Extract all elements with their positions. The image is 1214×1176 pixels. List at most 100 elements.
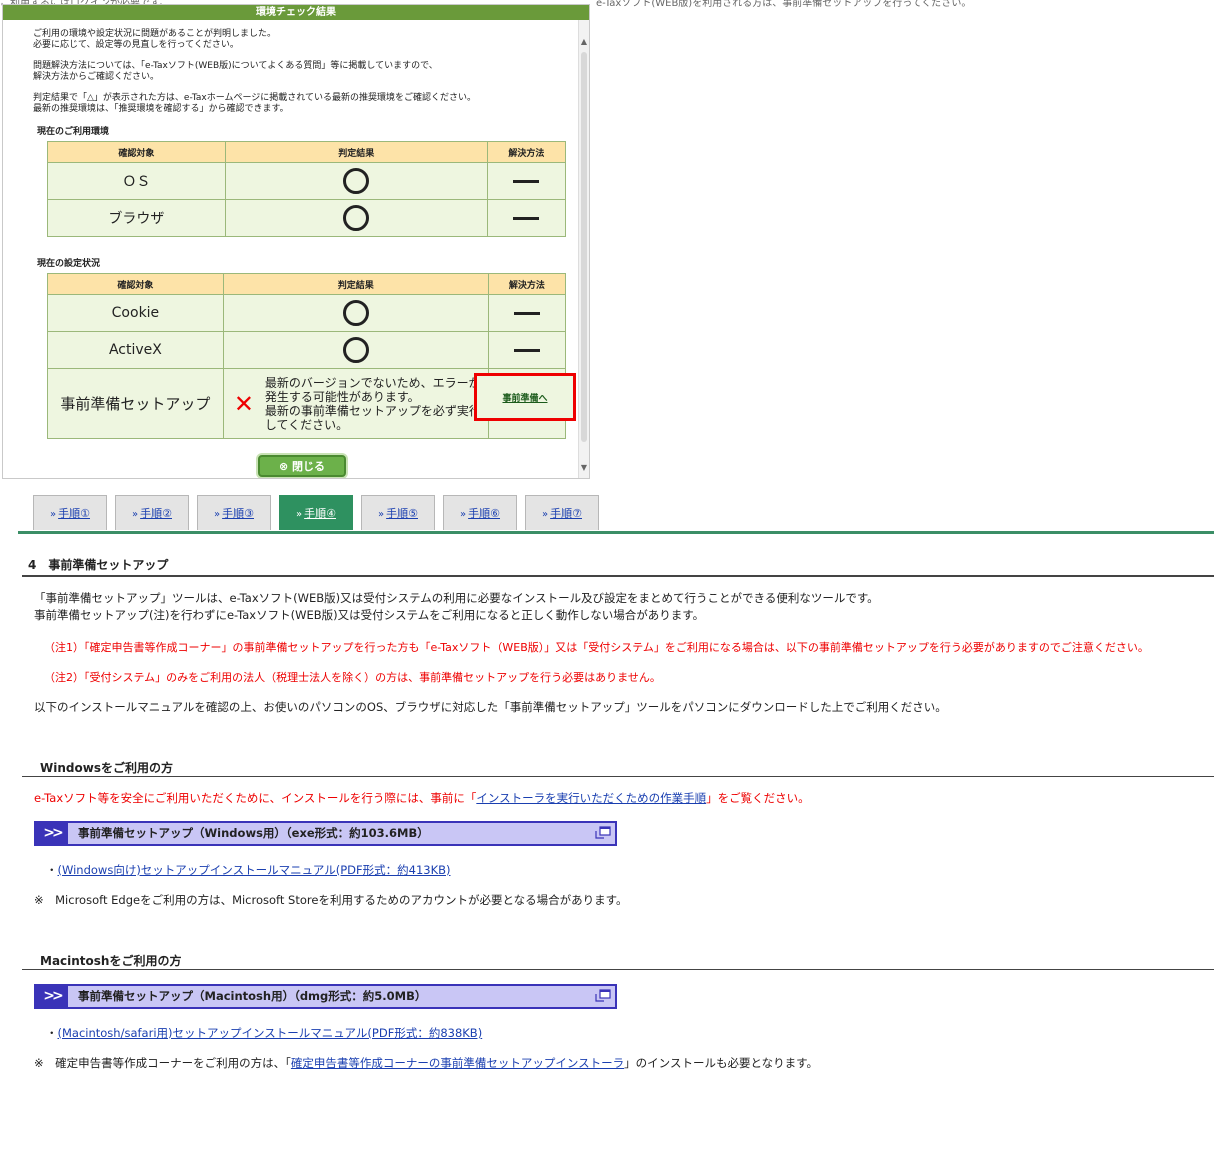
- chevron-right-icon: »: [460, 509, 467, 520]
- intro-paragraph-1: 「事前準備セットアップ」ツールは、e-Taxソフト(WEB版)又は受付システムの…: [34, 591, 879, 605]
- mac-heading: Macintoshをご利用の方: [40, 954, 182, 968]
- table-row: ブラウザ: [47, 199, 567, 237]
- col-header-result: 判定結果: [222, 273, 489, 295]
- scroll-down-icon[interactable]: ▼: [580, 464, 588, 472]
- new-window-icon: [595, 826, 611, 839]
- background-fragment-right: e-Taxソフト(WEB版)を利用される方は、事前準備セットアップを行ってくださ…: [596, 0, 972, 8]
- tab-label: 手順⑤: [386, 507, 418, 520]
- solution-cell: [487, 294, 567, 332]
- section-title: 4 事前準備セットアップ: [28, 558, 169, 572]
- tab-label: 手順②: [140, 507, 172, 520]
- mac-divider: [22, 969, 1214, 970]
- windows-warning-pre: e-Taxソフト等を安全にご利用いただくために、インストールを行う際には、事前に…: [34, 791, 477, 805]
- solution-cell: [486, 162, 567, 200]
- environment-table: 確認対象 判定結果 解決方法 ＯＳ ブラウザ: [47, 141, 567, 237]
- help-line1: 問題解決方法については、「e-Taxソフト(WEB版)についてよくある質問」等に…: [33, 61, 438, 71]
- close-icon: ⊗: [278, 460, 289, 473]
- section-divider: [22, 575, 1214, 577]
- mac-download-button[interactable]: >> 事前準備セットアップ（Macintosh用）（dmg形式：約5.0MB）: [34, 984, 617, 1009]
- ok-circle-icon: [343, 168, 370, 194]
- windows-manual-link[interactable]: (Windows向け)セットアップインストールマニュアル(PDF形式：約413K…: [58, 863, 451, 877]
- row-target: Cookie: [47, 294, 224, 332]
- table-row: Cookie: [47, 294, 567, 332]
- double-chevron-icon: >>: [36, 823, 68, 844]
- warning-line4: してください。: [264, 417, 349, 432]
- popup-scrollbar[interactable]: ▲ ▼: [578, 20, 589, 478]
- tab-label: 手順③: [222, 507, 254, 520]
- mac-manual-item: ・(Macintosh/safari用)セットアップインストールマニュアル(PD…: [46, 1025, 482, 1042]
- col-header-result: 判定結果: [224, 141, 488, 163]
- note-1: （注1）「確定申告書等作成コーナー」の事前準備セットアップを行った方も「e-Ta…: [44, 641, 1149, 654]
- tab-step7[interactable]: » 手順⑦: [525, 495, 599, 530]
- col-header-target: 確認対象: [47, 273, 224, 295]
- intro-line2: 必要に応じて、設定等の見直しを行ってください。: [33, 40, 239, 50]
- help-line2: 解決方法からご確認ください。: [33, 72, 160, 82]
- result-cell-warning: ✕ 最新のバージョンでないため、エラーが 発生する可能性があります。 最新の事前…: [222, 368, 489, 439]
- result-cell: [222, 331, 489, 369]
- tab-step4[interactable]: » 手順④: [279, 495, 353, 530]
- col-header-solution: 解決方法: [487, 273, 567, 295]
- mac-note: ※ 確定申告書等作成コーナーをご利用の方は、「確定申告書等作成コーナーの事前準備…: [34, 1055, 818, 1072]
- scroll-up-icon[interactable]: ▲: [580, 38, 588, 46]
- tab-step5[interactable]: » 手順⑤: [361, 495, 435, 530]
- dash-icon: [513, 216, 540, 220]
- bullet: ・: [46, 863, 58, 877]
- environment-check-popup: 環境チェック結果 ▲ ▼ ご利用の環境や設定状況に問題があることが判明しました。…: [2, 4, 590, 479]
- chevron-right-icon: »: [296, 509, 303, 520]
- corner-installer-link[interactable]: 確定申告書等作成コーナーの事前準備セットアップインストーラ: [291, 1056, 624, 1070]
- mac-note-post: 」のインストールも必要となります。: [624, 1056, 818, 1070]
- close-button-label: 閉じる: [292, 460, 326, 473]
- tab-label: 手順⑥: [468, 507, 500, 520]
- ok-circle-icon: [342, 300, 369, 326]
- intro-paragraph-3: 以下のインストールマニュアルを確認の上、お使いのパソコンのOS、ブラウザに対応し…: [34, 700, 947, 714]
- section-current-settings: 現在の設定状況: [37, 259, 101, 269]
- close-button[interactable]: ⊗ 閉じる: [258, 455, 346, 477]
- intro-paragraph-2: 事前準備セットアップ(注)を行わずにe-Taxソフト(WEB版)又は受付システム…: [34, 608, 705, 622]
- popup-intro: ご利用の環境や設定状況に問題があることが判明しました。 必要に応じて、設定等の見直…: [33, 29, 573, 125]
- solution-cell: [486, 199, 567, 237]
- tab-step2[interactable]: » 手順②: [115, 495, 189, 530]
- note-line2: 最新の推奨環境は、「推奨環境を確認する」から確認できます。: [33, 104, 289, 114]
- tab-step3[interactable]: » 手順③: [197, 495, 271, 530]
- mac-download-label: 事前準備セットアップ（Macintosh用）（dmg形式：約5.0MB）: [78, 989, 427, 1003]
- windows-divider: [22, 776, 1214, 777]
- prep-link[interactable]: 事前準備へ: [502, 391, 547, 404]
- chevron-right-icon: »: [378, 509, 385, 520]
- windows-download-button[interactable]: >> 事前準備セットアップ（Windows用）（exe形式：約103.6MB）: [34, 821, 617, 846]
- mac-manual-link[interactable]: (Macintosh/safari用)セットアップインストールマニュアル(PDF…: [58, 1026, 483, 1040]
- tab-label: 手順①: [58, 507, 90, 520]
- highlight-box: 事前準備へ: [474, 373, 576, 421]
- warning-line3: 最新の事前準備セットアップを必ず実行: [264, 403, 481, 418]
- section-current-environment: 現在のご利用環境: [37, 127, 110, 137]
- result-cell: [222, 294, 489, 332]
- dash-icon: [513, 348, 540, 352]
- intro-line1: ご利用の環境や設定状況に問題があることが判明しました。: [33, 29, 277, 39]
- installer-procedure-link[interactable]: インストーラを実行いただくための作業手順: [476, 791, 706, 805]
- chevron-right-icon: »: [542, 509, 549, 520]
- row-target: ＯＳ: [47, 162, 226, 200]
- step-tabs: » 手順① » 手順② » 手順③ » 手順④ » 手順⑤ » 手順⑥ » 手順⑦: [33, 495, 599, 532]
- row-target: ActiveX: [47, 331, 224, 369]
- table-row: ActiveX: [47, 331, 567, 369]
- windows-download-label: 事前準備セットアップ（Windows用）（exe形式：約103.6MB）: [78, 826, 429, 840]
- windows-note: ※ Microsoft Edgeをご利用の方は、Microsoft Storeを…: [34, 893, 628, 907]
- windows-warning: e-Taxソフト等を安全にご利用いただくために、インストールを行う際には、事前に…: [34, 790, 810, 807]
- mac-note-pre: ※ 確定申告書等作成コーナーをご利用の方は、「: [34, 1056, 291, 1070]
- double-chevron-icon: >>: [36, 986, 68, 1007]
- ok-circle-icon: [342, 337, 369, 363]
- dash-icon: [513, 179, 540, 183]
- table-row: ＯＳ: [47, 162, 567, 200]
- tab-label: 手順⑦: [550, 507, 582, 520]
- bullet: ・: [46, 1026, 58, 1040]
- scroll-thumb[interactable]: [581, 52, 587, 442]
- col-header-solution: 解決方法: [486, 141, 567, 163]
- ok-circle-icon: [343, 205, 370, 231]
- warning-line2: 発生する可能性があります。: [264, 389, 420, 404]
- col-header-target: 確認対象: [47, 141, 226, 163]
- chevron-right-icon: »: [50, 509, 57, 520]
- note-line1: 判定結果で「△」が表示された方は、e-Taxホームページに掲載されている最新の推…: [33, 93, 477, 103]
- dash-icon: [513, 311, 540, 315]
- tab-step6[interactable]: » 手順⑥: [443, 495, 517, 530]
- tab-step1[interactable]: » 手順①: [33, 495, 107, 530]
- error-x-icon: ✕: [233, 389, 254, 418]
